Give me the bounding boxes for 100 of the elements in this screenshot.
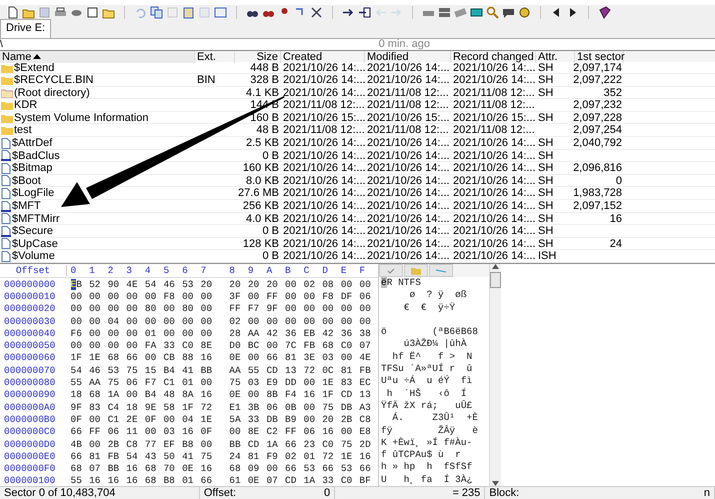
hex-byte[interactable]: CD: [285, 475, 304, 486]
hex-byte[interactable]: CD: [248, 438, 266, 450]
hex-byte[interactable]: F6: [70, 328, 90, 339]
hex-byte[interactable]: 00: [144, 352, 164, 364]
hex-byte[interactable]: E1: [229, 402, 248, 413]
hex-byte[interactable]: C4: [108, 402, 126, 413]
hex-byte[interactable]: C1: [163, 377, 182, 388]
hex-byte[interactable]: 20: [248, 278, 266, 290]
hex-byte[interactable]: 8B: [266, 389, 286, 400]
hex-byte[interactable]: C0: [340, 340, 360, 352]
hex-byte[interactable]: 72: [200, 402, 220, 413]
hex-byte[interactable]: 00: [126, 389, 145, 400]
hex-byte[interactable]: 53: [108, 364, 126, 376]
hex-byte[interactable]: 75: [200, 450, 220, 462]
hex-byte[interactable]: 04: [108, 316, 126, 327]
hex-byte[interactable]: 77: [144, 438, 164, 450]
hex-byte[interactable]: 00: [70, 290, 90, 302]
file-name[interactable]: (Root directory): [14, 86, 90, 99]
hex-byte[interactable]: 07: [89, 463, 108, 474]
hex-byte[interactable]: 9E: [144, 402, 164, 413]
hex-byte[interactable]: 24: [229, 450, 248, 462]
hex-byte[interactable]: BC: [248, 340, 266, 352]
file-name[interactable]: $RECYCLE.BIN: [14, 74, 94, 86]
hex-byte[interactable]: BB: [229, 438, 248, 450]
drives-icon[interactable]: [438, 6, 451, 19]
hex-byte[interactable]: 68: [70, 463, 90, 474]
hex-byte[interactable]: 06: [359, 290, 378, 302]
hex-byte[interactable]: CD: [340, 389, 360, 400]
hex-byte[interactable]: 80: [182, 303, 201, 314]
hex-byte[interactable]: 3E: [304, 352, 322, 364]
hex-byte[interactable]: 00: [182, 328, 201, 339]
hex-byte[interactable]: 04: [182, 414, 201, 425]
hex-byte[interactable]: 0F: [200, 426, 220, 438]
hex-byte[interactable]: 2E: [126, 414, 145, 425]
hex-byte[interactable]: 01: [182, 377, 201, 388]
hex-byte[interactable]: D0: [229, 340, 248, 352]
hex-byte[interactable]: F4: [285, 389, 304, 400]
hex-byte[interactable]: 18: [126, 402, 145, 413]
hex-byte[interactable]: 00: [200, 290, 220, 302]
hex-byte[interactable]: 00: [70, 316, 90, 327]
hex-byte[interactable]: 68: [144, 475, 164, 486]
hex-byte[interactable]: FF: [285, 426, 304, 438]
hex-byte[interactable]: 66: [200, 475, 220, 486]
hex-byte[interactable]: 83: [340, 377, 360, 388]
hex-byte[interactable]: 0C: [322, 364, 341, 376]
hex-byte[interactable]: 4E: [359, 352, 378, 364]
hex-byte[interactable]: 0E: [182, 463, 201, 474]
hex-byte[interactable]: 01: [182, 475, 201, 486]
hex-byte[interactable]: 54: [70, 364, 90, 376]
hex-byte[interactable]: FB: [359, 364, 378, 376]
hex-byte[interactable]: 00: [304, 303, 322, 314]
new-document-icon[interactable]: [6, 6, 19, 19]
hex-byte[interactable]: 81: [248, 450, 266, 462]
hex-byte[interactable]: 00: [126, 340, 145, 352]
hex-byte[interactable]: 15: [144, 364, 164, 376]
hex-byte[interactable]: 00: [285, 316, 304, 327]
hex-byte[interactable]: 52: [89, 278, 108, 290]
hex-byte[interactable]: FF: [89, 426, 108, 438]
hex-byte[interactable]: 03: [248, 377, 266, 388]
hex-byte[interactable]: 81: [340, 364, 360, 376]
hex-byte[interactable]: 53: [304, 463, 322, 474]
hex-byte[interactable]: 00: [359, 316, 378, 327]
arrow-tab[interactable]: [429, 264, 453, 277]
hex-byte[interactable]: 4E: [126, 278, 145, 290]
hex-byte[interactable]: DF: [340, 290, 360, 302]
hex-byte[interactable]: 00: [89, 414, 108, 425]
hex-byte[interactable]: 46: [163, 278, 182, 290]
hex-byte[interactable]: 1E: [89, 352, 108, 364]
hex-byte[interactable]: 1F: [322, 389, 341, 400]
hex-byte[interactable]: 00: [248, 352, 266, 364]
hex-byte[interactable]: AA: [229, 364, 248, 376]
hex-byte[interactable]: 1A: [266, 438, 286, 450]
hex-byte[interactable]: FB: [304, 340, 322, 352]
hex-byte[interactable]: 55: [70, 475, 90, 486]
scrollbar[interactable]: [489, 264, 501, 486]
hex-byte[interactable]: BF: [359, 475, 378, 486]
printer-icon[interactable]: [54, 6, 67, 19]
hex-byte[interactable]: 00: [340, 426, 360, 438]
hex-byte[interactable]: 75: [229, 377, 248, 388]
hex-byte[interactable]: C1: [108, 414, 126, 425]
hex-byte[interactable]: 4B: [70, 438, 90, 450]
hex-byte[interactable]: 00: [285, 290, 304, 302]
hex-byte[interactable]: 00: [200, 438, 220, 450]
hex-byte[interactable]: 02: [285, 450, 304, 462]
hex-byte[interactable]: AA: [248, 328, 266, 339]
hex-byte[interactable]: 00: [89, 290, 108, 302]
hex-byte[interactable]: 00: [89, 316, 108, 327]
hex-byte[interactable]: 00: [108, 328, 126, 339]
hex-byte[interactable]: 88: [182, 352, 201, 364]
hex-byte[interactable]: 00: [304, 316, 322, 327]
hex-byte[interactable]: 1A: [304, 475, 322, 486]
hex-byte[interactable]: 68: [108, 352, 126, 364]
file-name[interactable]: $MFTMirr: [12, 212, 60, 225]
hex-byte[interactable]: 75: [126, 364, 145, 376]
hex-byte[interactable]: 8A: [182, 389, 201, 400]
column-header[interactable]: Modified: [365, 50, 451, 62]
hex-byte[interactable]: 00: [248, 389, 266, 400]
column-header[interactable]: Attr.: [536, 50, 575, 62]
hex-byte[interactable]: 33: [163, 340, 182, 352]
hex-byte[interactable]: BB: [108, 463, 126, 474]
